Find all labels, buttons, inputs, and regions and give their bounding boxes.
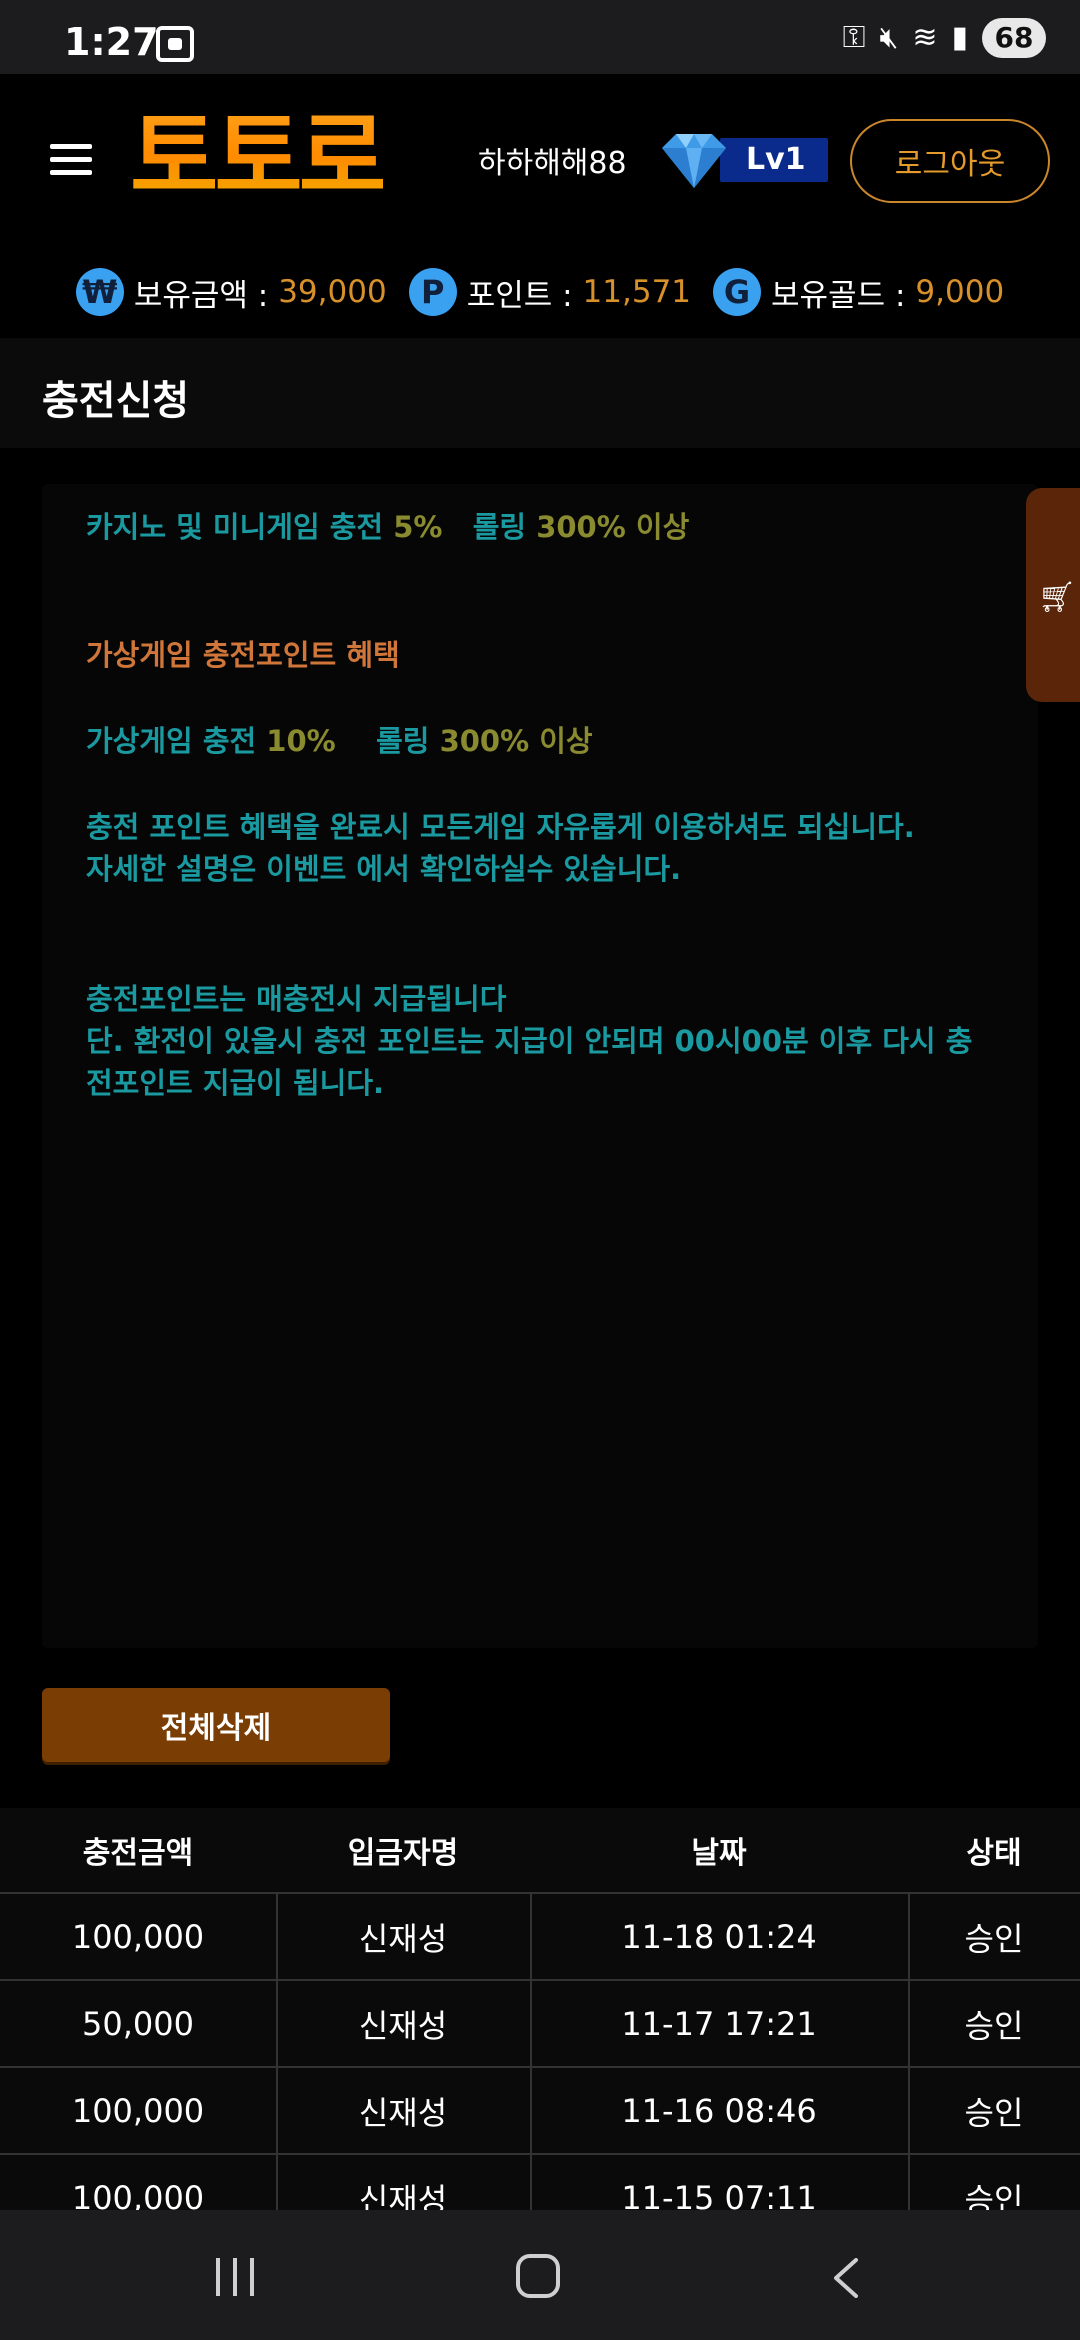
table-row: 50,000 신재성 11-17 17:21 승인: [0, 1979, 1080, 2066]
balance-points-value: 11,571: [582, 274, 692, 310]
screenshot-icon: [156, 26, 194, 62]
battery-indicator: 68: [982, 18, 1046, 58]
cell-amount: 50,000: [82, 2004, 194, 2043]
cart-tab[interactable]: 🛒︎: [1026, 488, 1080, 702]
site-logo[interactable]: 토토로: [130, 102, 387, 212]
column-divider: [530, 1892, 532, 2212]
cell-depositor: 신재성: [358, 1919, 448, 1958]
signal-icon: ▮: [951, 20, 968, 55]
cart-icon: 🛒︎: [1038, 580, 1077, 615]
title-section: 충전신청: [0, 338, 1080, 448]
header-depositor: 입금자명: [347, 1836, 459, 1871]
cell-amount: 100,000: [71, 2178, 205, 2213]
cell-depositor: 신재성: [358, 2180, 448, 2213]
gold-icon: G: [713, 268, 762, 316]
diamond-icon: [662, 134, 726, 188]
balance-gold: G 보유골드 : 9,000: [713, 268, 1004, 316]
notice-line-4: 충전 포인트 혜택을 완료시 모든게임 자유롭게 이용하셔도 되십니다.: [86, 810, 915, 844]
header-amount: 충전금액: [82, 1836, 194, 1871]
delete-all-button[interactable]: 전체삭제: [42, 1688, 390, 1762]
cell-status: 승인: [964, 2180, 1024, 2213]
level-badge: Lv1: [650, 130, 828, 192]
mute-icon: 🔇︎: [879, 20, 899, 55]
balance-row: ₩ 보유금액 : 39,000 P 포인트 : 11,571 G 보유골드 : …: [0, 244, 1080, 340]
cell-amount: 100,000: [71, 2091, 205, 2130]
balance-money-label: 보유금액 :: [133, 277, 269, 314]
table-row: 100,000 신재성 11-16 08:46 승인: [0, 2066, 1080, 2153]
notice-line-2: 가상게임 충전포인트 혜택: [86, 638, 400, 672]
header: 토토로 하하해해88 Lv1 로그아웃: [0, 74, 1080, 244]
balance-gold-value: 9,000: [915, 274, 1005, 310]
logout-button[interactable]: 로그아웃: [850, 119, 1050, 203]
notice-line-6: 충전포인트는 매충전시 지급됩니다: [86, 982, 507, 1016]
recents-icon[interactable]: [216, 2258, 256, 2296]
points-icon: P: [408, 268, 457, 316]
cell-date: 11-17 17:21: [621, 2004, 817, 2043]
notice-line-5: 자세한 설명은 이벤트 에서 확인하실수 있습니다.: [86, 852, 682, 886]
balance-gold-label: 보유골드 :: [771, 277, 906, 314]
balance-money-value: 39,000: [278, 274, 387, 310]
table-row: 100,000 신재성 11-18 01:24 승인: [0, 1892, 1080, 1979]
won-icon: ₩: [75, 268, 124, 316]
column-divider: [908, 1892, 910, 2212]
key-icon: ⚿: [842, 20, 866, 55]
cell-amount: 100,000: [71, 1917, 205, 1956]
cell-status: 승인: [964, 2093, 1024, 2132]
charge-history-table: 충전금액 입금자명 날짜 상태 100,000 신재성 11-18 01:24 …: [0, 1808, 1080, 2212]
cell-date: 11-18 01:24: [621, 1917, 817, 1956]
page-title: 충전신청: [42, 378, 190, 424]
cell-date: 11-16 08:46: [621, 2091, 817, 2130]
cell-date: 11-15 07:11: [621, 2178, 817, 2213]
balance-points: P 포인트 : 11,571: [408, 268, 692, 316]
cell-status: 승인: [964, 1919, 1024, 1958]
back-icon[interactable]: [830, 2258, 860, 2298]
notice-line-1: 카지노 및 미니게임 충전 5% 롤링 300% 이상: [86, 510, 690, 544]
cell-status: 승인: [964, 2006, 1024, 2045]
notice-line-8: 전포인트 지급이 됩니다.: [86, 1066, 385, 1100]
wifi-icon: ≋: [912, 20, 938, 55]
status-time: 1:27: [64, 20, 159, 64]
table-header: 충전금액 입금자명 날짜 상태: [0, 1808, 1080, 1892]
hamburger-menu-icon[interactable]: [50, 144, 92, 176]
cell-depositor: 신재성: [358, 2006, 448, 2045]
status-bar: 1:27 ⚿ 🔇︎ ≋ ▮ 68: [0, 0, 1080, 74]
notice-line-3: 가상게임 충전 10% 롤링 300% 이상: [86, 724, 593, 758]
username: 하하해해88: [478, 146, 627, 181]
system-nav-bar: [0, 2210, 1080, 2340]
level-text: Lv1: [746, 142, 806, 177]
header-status: 상태: [966, 1836, 1022, 1871]
cell-depositor: 신재성: [358, 2093, 448, 2132]
balance-points-label: 포인트 :: [466, 277, 573, 314]
table-row: 100,000 신재성 11-15 07:11 승인: [0, 2153, 1080, 2212]
header-date: 날짜: [691, 1836, 747, 1871]
notice-line-7: 단. 환전이 있을시 충전 포인트는 지급이 안되며 00시00분 이후 다시 …: [86, 1024, 973, 1058]
home-icon[interactable]: [516, 2254, 560, 2298]
status-icons: ⚿ 🔇︎ ≋ ▮ 68: [843, 18, 1046, 58]
notice-box: 카지노 및 미니게임 충전 5% 롤링 300% 이상 가상게임 충전포인트 혜…: [42, 484, 1038, 1648]
column-divider: [276, 1892, 278, 2212]
balance-money: ₩ 보유금액 : 39,000: [75, 268, 387, 316]
